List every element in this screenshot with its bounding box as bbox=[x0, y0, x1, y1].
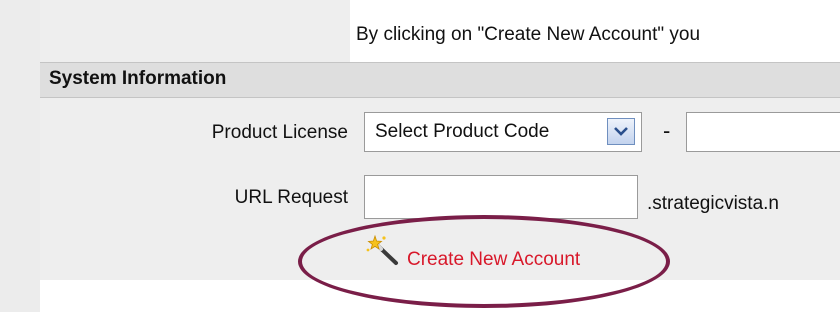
section-title: System Information bbox=[49, 68, 227, 89]
product-code-select-value: Select Product Code bbox=[375, 121, 550, 142]
url-domain-suffix: .strategicvista.n bbox=[647, 193, 779, 214]
license-separator: - bbox=[663, 118, 671, 143]
notice-cell: By clicking on "Create New Account" you bbox=[350, 0, 840, 62]
page-margin bbox=[0, 0, 40, 312]
section-header: System Information bbox=[40, 62, 840, 98]
highlight-circle bbox=[298, 215, 670, 308]
product-code-select[interactable]: Select Product Code bbox=[364, 112, 642, 152]
form-label-cell bbox=[40, 0, 351, 62]
url-request-label: URL Request bbox=[234, 187, 348, 208]
url-request-input[interactable] bbox=[364, 175, 638, 219]
product-license-label: Product License bbox=[211, 122, 348, 143]
chevron-down-icon[interactable] bbox=[607, 118, 635, 145]
product-license-key-input[interactable] bbox=[686, 112, 840, 152]
terms-notice-text: By clicking on "Create New Account" you bbox=[356, 24, 701, 45]
